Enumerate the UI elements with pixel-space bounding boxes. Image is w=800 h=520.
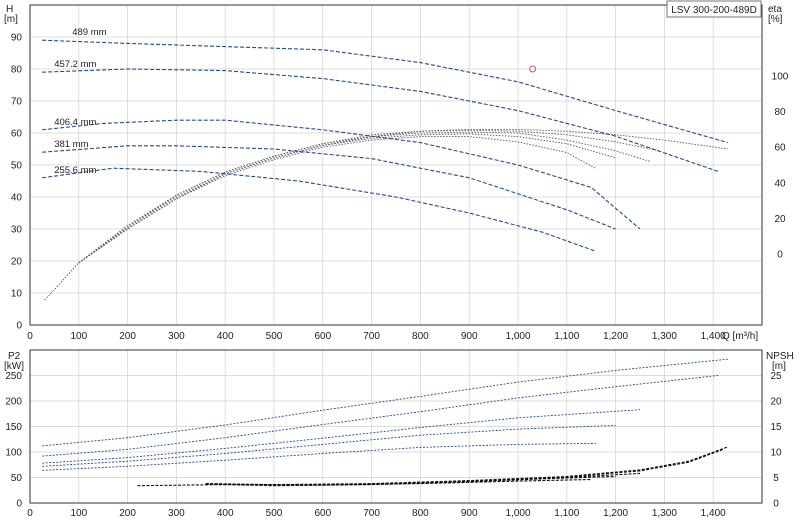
eta-tick-label: 20 <box>774 214 786 225</box>
x-tick-label-bottom: 800 <box>412 508 429 519</box>
head-tick-label: 70 <box>11 97 23 108</box>
curve-label: 457.2 mm <box>54 59 96 70</box>
x-tick-label-bottom: 1,000 <box>505 508 530 519</box>
x-tick-label-bottom: 0 <box>27 508 33 519</box>
power-tick-label: 100 <box>5 448 22 459</box>
x-tick-label-bottom: 200 <box>119 508 136 519</box>
x-tick-label-bottom: 900 <box>461 508 478 519</box>
power-tick-label: 200 <box>5 397 22 408</box>
eta-axis-unit: [%] <box>768 14 783 25</box>
head-tick-label: 30 <box>11 225 23 236</box>
efficiency-curve <box>78 131 650 264</box>
power-tick-label: 0 <box>16 499 22 510</box>
npsh-tick-label: 10 <box>770 448 782 459</box>
eta-tick-label: 40 <box>774 178 786 189</box>
pump-curve-chart: H [m] eta [%] Q [m³/h] P2 [kW] NPSH [m] … <box>4 0 794 520</box>
x-tick-label-bottom: 400 <box>217 508 234 519</box>
eta-tick-label: 60 <box>774 143 786 154</box>
head-curve <box>42 145 616 230</box>
head-tick-label: 50 <box>11 161 23 172</box>
npsh-curve <box>205 448 724 486</box>
head-tick-label: 90 <box>11 33 23 44</box>
x-tick-label-bottom: 1,100 <box>554 508 579 519</box>
x-tick-label-bottom: 100 <box>70 508 87 519</box>
power-tick-label: 50 <box>11 473 23 484</box>
x-tick-label-bottom: 1,400 <box>701 508 726 519</box>
x-tick-label-bottom: 700 <box>363 508 380 519</box>
eta-tick-label: 0 <box>777 249 783 260</box>
head-tick-label: 20 <box>11 257 23 268</box>
head-curve <box>42 39 728 144</box>
head-tick-label: 80 <box>11 65 23 76</box>
x-tick-label-bottom: 1,200 <box>603 508 628 519</box>
eta-tick-label: 100 <box>772 72 789 83</box>
head-curves <box>42 39 728 252</box>
x-tick-label: 500 <box>266 331 283 342</box>
power-curve <box>42 409 641 464</box>
head-tick-label: 0 <box>16 321 22 332</box>
power-tick-label: 250 <box>5 371 22 382</box>
power-curve <box>42 425 616 467</box>
flow-axis-label: Q [m³/h] <box>722 331 758 342</box>
head-axis-unit: [m] <box>4 14 18 25</box>
efficiency-curve <box>78 129 660 264</box>
power-curve <box>42 375 719 457</box>
x-tick-label: 300 <box>168 331 185 342</box>
efficiency-curve <box>78 133 616 264</box>
power-curves <box>42 358 728 471</box>
power-grid <box>30 350 762 503</box>
eta-tick-label: 80 <box>774 107 786 118</box>
efficiency-curves <box>44 128 728 301</box>
x-tick-label-bottom: 600 <box>314 508 331 519</box>
x-tick-label: 1,300 <box>652 331 677 342</box>
x-tick-label: 800 <box>412 331 429 342</box>
head-tick-label: 40 <box>11 193 23 204</box>
x-tick-label: 600 <box>314 331 331 342</box>
x-tick-label: 900 <box>461 331 478 342</box>
curve-label: 381 mm <box>54 139 88 150</box>
npsh-tick-label: 20 <box>770 397 782 408</box>
tick-labels: 0010010020020030030040040050050060060070… <box>5 33 788 520</box>
power-curve <box>42 358 728 447</box>
head-curve <box>42 68 719 172</box>
x-tick-label: 100 <box>70 331 87 342</box>
x-tick-label: 1,100 <box>554 331 579 342</box>
head-curve <box>42 167 597 252</box>
x-tick-label-bottom: 300 <box>168 508 185 519</box>
x-tick-label: 200 <box>119 331 136 342</box>
head-grid <box>30 5 762 325</box>
npsh-tick-label: 25 <box>770 371 782 382</box>
x-tick-label: 700 <box>363 331 380 342</box>
curve-labels: 489 mm 457.2 mm 406.4 mm 381 mm 255.6 mm <box>54 27 106 176</box>
x-tick-label: 0 <box>27 331 33 342</box>
x-tick-label: 1,400 <box>701 331 726 342</box>
npsh-curves <box>137 446 728 487</box>
curve-label: 489 mm <box>72 27 106 38</box>
x-tick-label: 1,000 <box>505 331 530 342</box>
power-curve <box>42 442 597 471</box>
head-tick-label: 60 <box>11 129 23 140</box>
npsh-tick-label: 0 <box>773 499 779 510</box>
model-badge: LSV 300-200-489D <box>671 5 757 16</box>
npsh-curve <box>137 478 592 487</box>
curve-label: 255.6 mm <box>54 165 96 176</box>
head-tick-label: 10 <box>11 289 23 300</box>
x-tick-label: 400 <box>217 331 234 342</box>
curve-label: 406.4 mm <box>54 117 96 128</box>
npsh-tick-label: 15 <box>770 422 782 433</box>
head-curve <box>42 119 641 230</box>
power-tick-label: 150 <box>5 422 22 433</box>
x-tick-label-bottom: 500 <box>266 508 283 519</box>
x-tick-label: 1,200 <box>603 331 628 342</box>
x-tick-label-bottom: 1,300 <box>652 508 677 519</box>
npsh-curve <box>205 446 728 486</box>
npsh-tick-label: 5 <box>773 473 779 484</box>
